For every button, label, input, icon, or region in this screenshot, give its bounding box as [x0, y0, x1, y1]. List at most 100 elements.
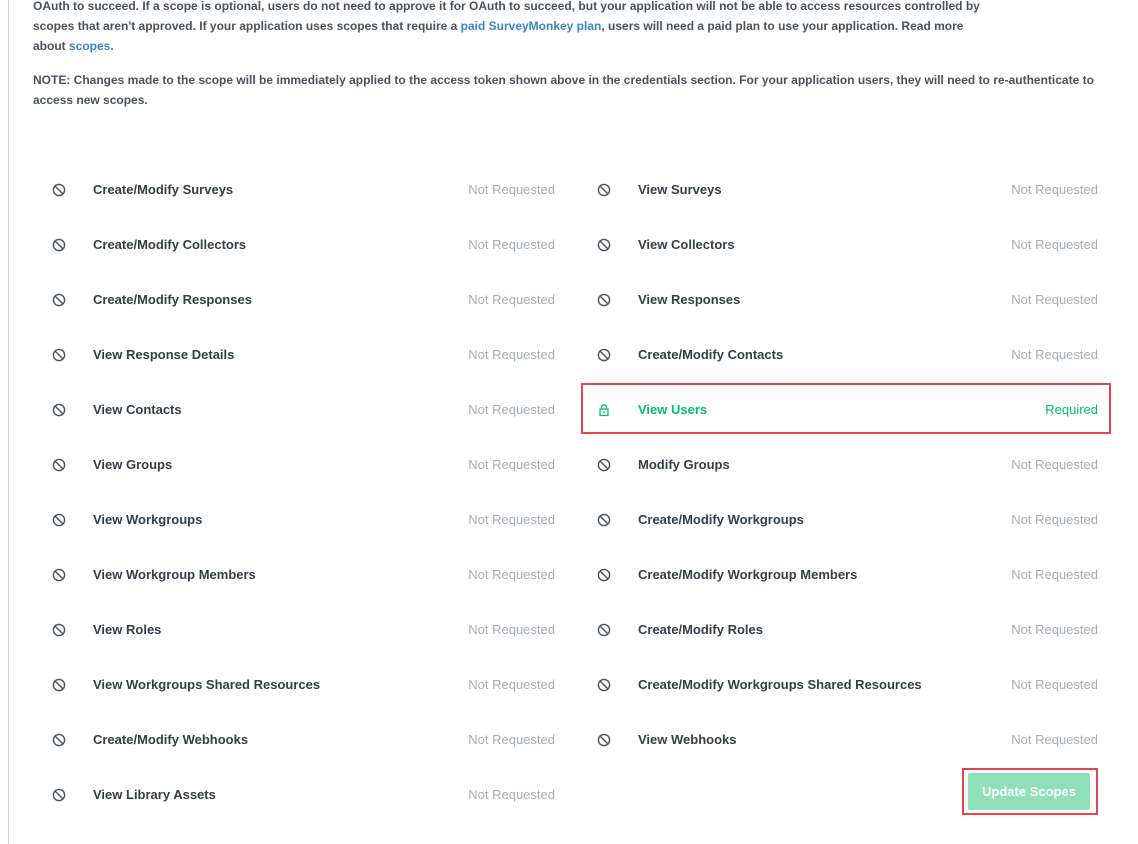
scopes-link[interactable]: scopes	[69, 39, 110, 53]
intro-text-1: OAuth to succeed. If a scope is optional…	[33, 0, 980, 13]
blocked-icon	[51, 402, 67, 418]
intro-text-2b: , users will need a paid plan to use you…	[601, 19, 964, 33]
scope-name: View Collectors	[638, 237, 735, 252]
blocked-icon	[51, 512, 67, 528]
scope-status: Not Requested	[468, 292, 555, 307]
scope-status: Not Requested	[1011, 347, 1098, 362]
scope-status: Not Requested	[468, 402, 555, 417]
blocked-icon	[51, 622, 67, 638]
blocked-icon	[51, 347, 67, 363]
scope-row: Create/Modify Responses Not Requested	[33, 272, 555, 327]
scope-status: Not Requested	[1011, 512, 1098, 527]
blocked-icon	[596, 182, 612, 198]
scope-status: Not Requested	[1011, 677, 1098, 692]
scope-row: Create/Modify Workgroups Not Requested	[578, 492, 1098, 547]
scope-row: View Contacts Not Requested	[33, 382, 555, 437]
scope-row: View Response Details Not Requested	[33, 327, 555, 382]
scope-row: Create/Modify Surveys Not Requested	[33, 162, 555, 217]
intro-text-3a: about	[33, 39, 69, 53]
scope-name: View Workgroup Members	[93, 567, 256, 582]
blocked-icon	[51, 237, 67, 253]
scope-name: Create/Modify Responses	[93, 292, 252, 307]
scope-row: View Workgroups Not Requested	[33, 492, 555, 547]
blocked-icon	[596, 567, 612, 583]
scope-name: View Workgroups	[93, 512, 203, 527]
scope-name: Create/Modify Roles	[638, 622, 763, 637]
scope-name: View Contacts	[93, 402, 182, 417]
scope-row: View Workgroup Members Not Requested	[33, 547, 555, 602]
scope-name: View Groups	[93, 457, 173, 472]
blocked-icon	[51, 292, 67, 308]
intro-text-3b: .	[110, 39, 114, 53]
scope-row: View Roles Not Requested	[33, 602, 555, 657]
scope-status: Not Requested	[468, 347, 555, 362]
blocked-icon	[596, 732, 612, 748]
scope-row: Create/Modify Workgroups Shared Resource…	[578, 657, 1098, 712]
blocked-icon	[596, 512, 612, 528]
scope-status: Not Requested	[468, 732, 555, 747]
scope-row: Create/Modify Contacts Not Requested	[578, 327, 1098, 382]
scope-row: View Collectors Not Requested	[578, 217, 1098, 272]
scope-status: Not Requested	[468, 677, 555, 692]
scope-status: Not Requested	[1011, 732, 1098, 747]
scope-row: View Workgroups Shared Resources Not Requ…	[33, 657, 555, 712]
blocked-icon	[51, 567, 67, 583]
scope-name: View Webhooks	[638, 732, 737, 747]
scope-row: Create/Modify Collectors Not Requested	[33, 217, 555, 272]
scope-status: Not Requested	[1011, 567, 1098, 582]
scope-status: Not Requested	[1011, 292, 1098, 307]
scope-row: Create/Modify Webhooks Not Requested	[33, 712, 555, 767]
blocked-icon	[596, 237, 612, 253]
intro-text-2a: scopes that aren't approved. If your app…	[33, 19, 461, 33]
scope-name: View Roles	[93, 622, 162, 637]
update-button-highlight-box	[962, 768, 1098, 815]
scope-row: Modify Groups Not Requested	[578, 437, 1098, 492]
blocked-icon	[596, 677, 612, 693]
scope-row: View Groups Not Requested	[33, 437, 555, 492]
scope-row: Create/Modify Roles Not Requested	[578, 602, 1098, 657]
blocked-icon	[51, 457, 67, 473]
panel-left-border	[8, 0, 9, 844]
scope-name: Create/Modify Surveys	[93, 182, 234, 197]
scope-name: Create/Modify Workgroup Members	[638, 567, 858, 582]
scopes-description: See the scopes required for your applica…	[33, 0, 1108, 110]
blocked-icon	[596, 347, 612, 363]
scope-name: Create/Modify Webhooks	[93, 732, 249, 747]
scope-status: Not Requested	[1011, 622, 1098, 637]
scope-name: Create/Modify Contacts	[638, 347, 784, 362]
scope-row: Create/Modify Workgroup Members Not Reque…	[578, 547, 1098, 602]
blocked-icon	[51, 182, 67, 198]
scope-status: Not Requested	[468, 182, 555, 197]
scope-name: View Workgroups Shared Resources	[93, 677, 321, 692]
scope-name: Create/Modify Collectors	[93, 237, 247, 252]
intro-line-2: scopes that aren't approved. If your app…	[33, 16, 1108, 36]
scope-name: View Response Details	[93, 347, 235, 362]
scope-status: Not Requested	[1011, 182, 1098, 197]
scope-row: View Responses Not Requested	[578, 272, 1098, 327]
scope-name: Modify Groups	[638, 457, 730, 472]
scope-status: Not Requested	[468, 237, 555, 252]
scope-row: View Surveys Not Requested	[578, 162, 1098, 217]
intro-line-3: about scopes.	[33, 36, 1108, 56]
blocked-icon	[596, 622, 612, 638]
blocked-icon	[51, 677, 67, 693]
scope-status: Not Requested	[1011, 457, 1098, 472]
scope-status: Not Requested	[468, 457, 555, 472]
scope-status: Not Requested	[468, 787, 555, 802]
intro-line-1: OAuth to succeed. If a scope is optional…	[33, 0, 1108, 16]
paid-plan-link[interactable]: paid SurveyMonkey plan	[461, 19, 602, 33]
scope-status: Not Requested	[468, 622, 555, 637]
scope-name: View Responses	[638, 292, 741, 307]
blocked-icon	[51, 732, 67, 748]
scope-row: View Library Assets Not Requested	[33, 767, 555, 822]
blocked-icon	[596, 292, 612, 308]
scope-name: Create/Modify Workgroups	[638, 512, 804, 527]
blocked-icon	[596, 457, 612, 473]
scope-name: View Library Assets	[93, 787, 216, 802]
blocked-icon	[51, 787, 67, 803]
scope-name: Create/Modify Workgroups Shared Resource…	[638, 677, 922, 692]
scope-name: View Surveys	[638, 182, 722, 197]
view-users-highlight-box	[581, 383, 1111, 434]
scope-status: Not Requested	[1011, 237, 1098, 252]
scope-status: Not Requested	[468, 512, 555, 527]
